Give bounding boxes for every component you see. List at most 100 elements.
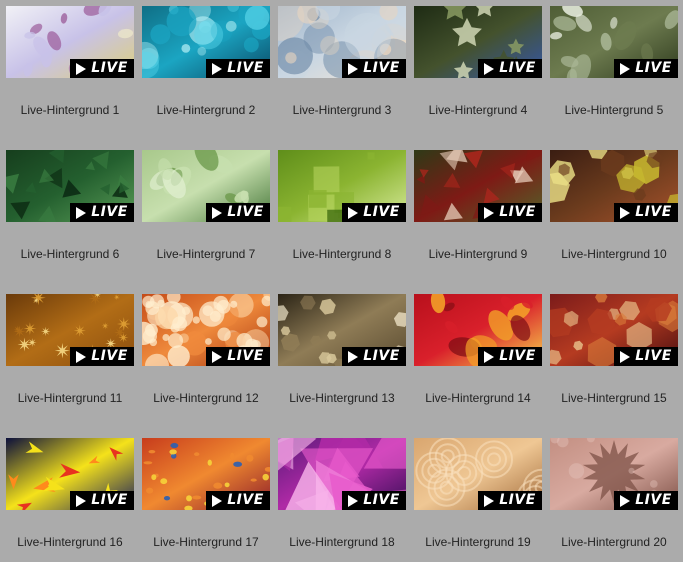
background-tile[interactable]: LIVE Live-Hintergrund 11 [6,294,134,414]
background-caption: Live-Hintergrund 16 [17,535,123,549]
background-thumbnail[interactable]: LIVE [278,6,406,78]
live-badge: LIVE [342,347,406,366]
background-thumbnail[interactable]: LIVE [142,294,270,366]
background-thumbnail[interactable]: LIVE [550,150,678,222]
background-thumbnail[interactable]: LIVE [278,294,406,366]
background-caption: Live-Hintergrund 11 [17,391,123,405]
live-badge: LIVE [614,347,678,366]
play-icon [212,206,223,219]
live-badge-label: LIVE [227,60,264,76]
background-tile[interactable]: LIVE Live-Hintergrund 17 [142,438,270,558]
live-badge: LIVE [342,491,406,510]
play-icon [76,62,87,75]
background-thumbnail[interactable]: LIVE [6,438,134,510]
background-caption: Live-Hintergrund 2 [156,103,256,117]
background-caption: Live-Hintergrund 8 [292,247,392,261]
background-tile[interactable]: LIVE Live-Hintergrund 7 [142,150,270,270]
background-tile[interactable]: LIVE Live-Hintergrund 13 [278,294,406,414]
background-tile[interactable]: LIVE Live-Hintergrund 14 [414,294,542,414]
live-badge-label: LIVE [91,60,128,76]
background-tile[interactable]: LIVE Live-Hintergrund 16 [6,438,134,558]
background-thumbnail[interactable]: LIVE [278,438,406,510]
live-background-gallery: LIVE Live-Hintergrund 1 LIVE Live-Hintergru… [0,0,683,562]
background-tile[interactable]: LIVE Live-Hintergrund 10 [550,150,678,270]
background-caption: Live-Hintergrund 19 [425,535,531,549]
background-caption: Live-Hintergrund 13 [289,391,395,405]
live-badge-label: LIVE [499,204,536,220]
background-thumbnail[interactable]: LIVE [6,6,134,78]
background-tile[interactable]: LIVE Live-Hintergrund 9 [414,150,542,270]
live-badge: LIVE [614,203,678,222]
live-badge: LIVE [70,347,134,366]
play-icon [212,62,223,75]
live-badge-label: LIVE [635,348,672,364]
live-badge-label: LIVE [499,60,536,76]
live-badge-label: LIVE [363,348,400,364]
live-badge-label: LIVE [363,60,400,76]
live-badge-label: LIVE [499,348,536,364]
background-thumbnail[interactable]: LIVE [142,150,270,222]
background-tile[interactable]: LIVE Live-Hintergrund 15 [550,294,678,414]
background-caption: Live-Hintergrund 15 [561,391,667,405]
live-badge-label: LIVE [499,492,536,508]
live-badge: LIVE [70,59,134,78]
background-thumbnail[interactable]: LIVE [414,438,542,510]
play-icon [484,494,495,507]
play-icon [484,62,495,75]
background-thumbnail[interactable]: LIVE [414,294,542,366]
live-badge: LIVE [614,59,678,78]
live-badge-label: LIVE [635,204,672,220]
play-icon [76,350,87,363]
live-badge: LIVE [478,203,542,222]
background-tile[interactable]: LIVE Live-Hintergrund 12 [142,294,270,414]
background-tile[interactable]: LIVE Live-Hintergrund 6 [6,150,134,270]
background-thumbnail[interactable]: LIVE [278,150,406,222]
background-caption: Live-Hintergrund 12 [153,391,259,405]
live-badge-label: LIVE [227,492,264,508]
background-thumbnail[interactable]: LIVE [6,294,134,366]
live-badge: LIVE [342,203,406,222]
background-caption: Live-Hintergrund 5 [564,103,664,117]
play-icon [348,206,359,219]
background-thumbnail[interactable]: LIVE [414,150,542,222]
background-thumbnail[interactable]: LIVE [142,438,270,510]
background-caption: Live-Hintergrund 20 [561,535,667,549]
play-icon [212,494,223,507]
live-badge-label: LIVE [635,60,672,76]
background-tile[interactable]: LIVE Live-Hintergrund 4 [414,6,542,126]
live-badge: LIVE [478,347,542,366]
background-caption: Live-Hintergrund 14 [425,391,531,405]
live-badge: LIVE [478,59,542,78]
live-badge-label: LIVE [363,204,400,220]
live-badge-label: LIVE [227,204,264,220]
live-badge: LIVE [206,347,270,366]
play-icon [620,62,631,75]
background-thumbnail[interactable]: LIVE [6,150,134,222]
live-badge-label: LIVE [91,348,128,364]
background-caption: Live-Hintergrund 7 [156,247,256,261]
live-badge-label: LIVE [635,492,672,508]
play-icon [348,494,359,507]
play-icon [212,350,223,363]
play-icon [76,494,87,507]
background-thumbnail[interactable]: LIVE [550,438,678,510]
background-tile[interactable]: LIVE Live-Hintergrund 2 [142,6,270,126]
background-thumbnail[interactable]: LIVE [414,6,542,78]
background-tile[interactable]: LIVE Live-Hintergrund 1 [6,6,134,126]
live-badge-label: LIVE [363,492,400,508]
background-tile[interactable]: LIVE Live-Hintergrund 5 [550,6,678,126]
background-thumbnail[interactable]: LIVE [550,6,678,78]
background-tile[interactable]: LIVE Live-Hintergrund 18 [278,438,406,558]
live-badge: LIVE [206,491,270,510]
play-icon [76,206,87,219]
play-icon [484,206,495,219]
background-thumbnail[interactable]: LIVE [142,6,270,78]
background-tile[interactable]: LIVE Live-Hintergrund 20 [550,438,678,558]
background-thumbnail[interactable]: LIVE [550,294,678,366]
background-tile[interactable]: LIVE Live-Hintergrund 19 [414,438,542,558]
background-tile[interactable]: LIVE Live-Hintergrund 3 [278,6,406,126]
background-caption: Live-Hintergrund 18 [289,535,395,549]
background-caption: Live-Hintergrund 10 [561,247,667,261]
live-badge-label: LIVE [91,492,128,508]
background-tile[interactable]: LIVE Live-Hintergrund 8 [278,150,406,270]
